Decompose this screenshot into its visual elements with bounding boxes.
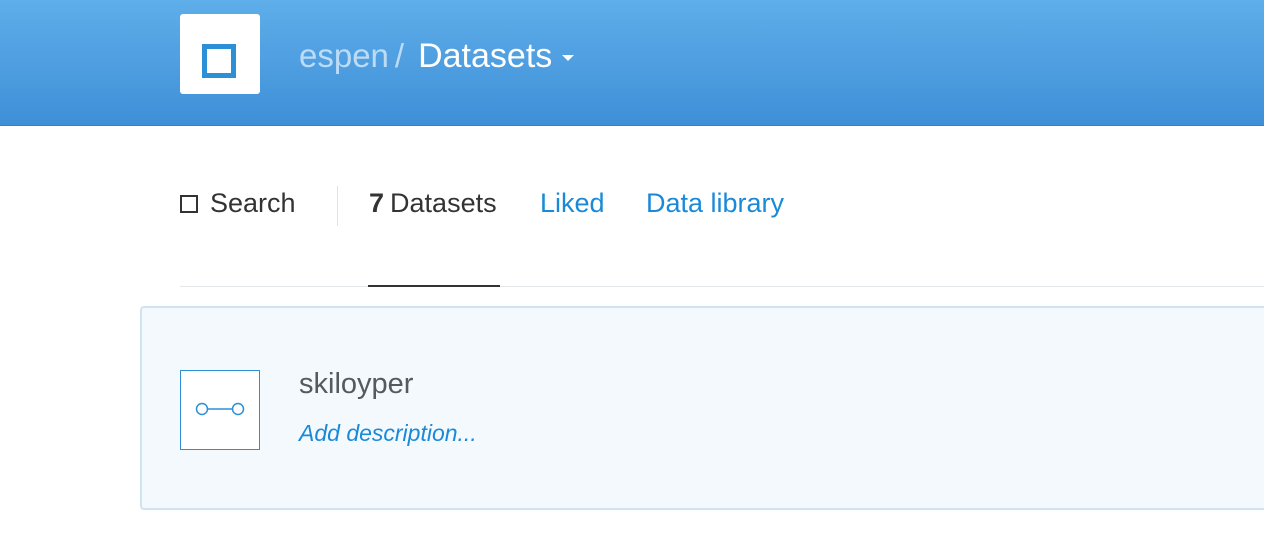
breadcrumb: espen / Datasets: [299, 36, 575, 76]
dataset-name-link[interactable]: skiloyper: [299, 368, 413, 401]
tab-data-library[interactable]: Data library: [646, 188, 784, 219]
dataset-card[interactable]: skiloyper Add description...: [140, 306, 1264, 510]
tab-liked[interactable]: Liked: [540, 188, 605, 219]
top-header: espen / Datasets: [0, 0, 1264, 126]
caret-down-icon[interactable]: [562, 55, 575, 61]
tab-divider: [337, 186, 338, 226]
tabs-bottom-border: [180, 286, 1264, 287]
dataset-tabs: Search 7 Datasets Liked Data library: [180, 180, 1264, 288]
breadcrumb-user-link[interactable]: espen: [299, 37, 389, 75]
add-description-link[interactable]: Add description...: [299, 420, 477, 447]
active-tab-indicator: [368, 285, 500, 287]
square-logo-icon: [202, 44, 236, 78]
app-logo[interactable]: [180, 14, 260, 94]
datasets-count: 7: [369, 188, 385, 218]
dataset-connector-icon: [195, 402, 245, 416]
search-tab[interactable]: Search: [180, 188, 296, 219]
breadcrumb-separator: /: [394, 37, 405, 74]
tab-datasets[interactable]: 7 Datasets: [369, 188, 497, 219]
datasets-tab-label: Datasets: [390, 188, 497, 218]
breadcrumb-current-page[interactable]: Datasets: [418, 37, 552, 76]
dataset-thumbnail[interactable]: [180, 370, 260, 450]
search-tab-label: Search: [210, 188, 296, 218]
square-icon: [180, 194, 198, 213]
